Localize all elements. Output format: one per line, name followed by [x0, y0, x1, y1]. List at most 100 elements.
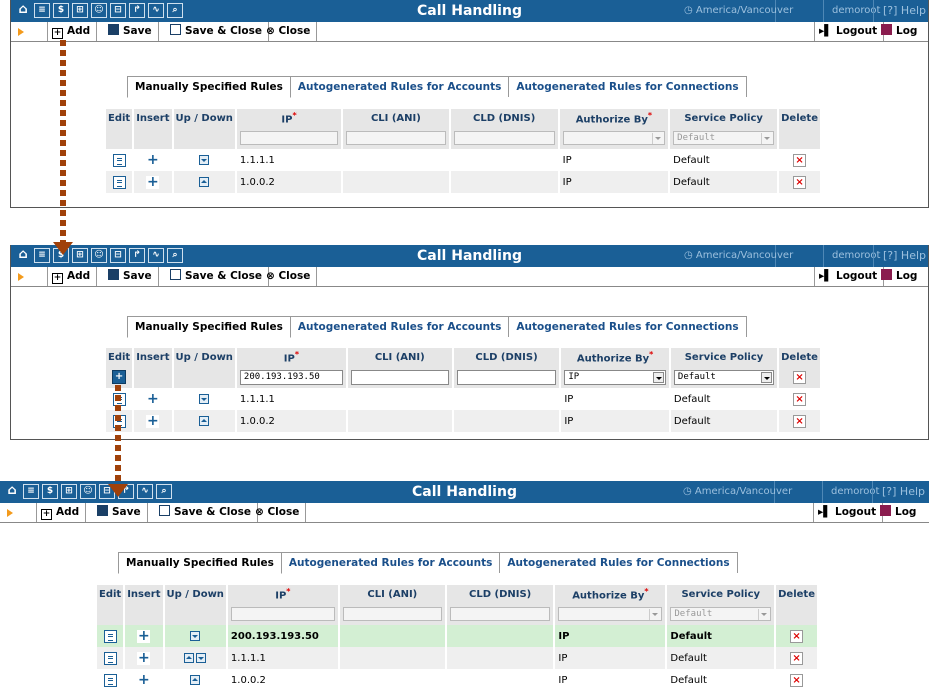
move-up-icon[interactable] — [190, 674, 201, 685]
add-button[interactable]: + Add — [37, 503, 87, 522]
edit-icon[interactable] — [112, 175, 126, 189]
insert-icon[interactable]: + — [137, 673, 151, 687]
log-button[interactable]: Log — [877, 267, 923, 286]
save-button[interactable]: Save — [93, 503, 148, 522]
cld-cell — [449, 171, 560, 193]
delete-icon[interactable]: × — [793, 153, 807, 167]
move-up-icon[interactable] — [184, 652, 195, 663]
insert-icon[interactable]: + — [137, 651, 151, 665]
save-close-button[interactable]: Save & Close — [166, 22, 269, 41]
rules-table: Edit Insert Up / Down IP* CLI (ANI) CLD … — [106, 109, 822, 193]
authorize-cell: IP — [560, 410, 671, 432]
move-up-icon[interactable] — [199, 176, 210, 187]
add-icon: + — [52, 28, 63, 39]
save-button[interactable]: Save — [104, 22, 159, 41]
tab-auto-connections[interactable]: Autogenerated Rules for Connections — [499, 552, 738, 573]
insert-icon[interactable]: + — [146, 392, 160, 406]
cld-filter-input[interactable] — [449, 607, 551, 621]
logout-button[interactable]: ▸▌ Logout — [815, 267, 885, 286]
col-updown: Up / Down — [172, 348, 237, 366]
ip-cell: 1.0.0.2 — [226, 669, 340, 691]
edit-icon[interactable] — [103, 629, 117, 643]
menu-arrow-icon[interactable] — [7, 509, 13, 517]
edit-icon[interactable] — [103, 673, 117, 687]
insert-icon[interactable]: + — [137, 629, 151, 643]
tab-auto-accounts[interactable]: Autogenerated Rules for Accounts — [280, 552, 501, 573]
col-delete: Delete — [778, 109, 822, 127]
logout-button[interactable]: ▸▌ Logout — [815, 22, 885, 41]
log-button[interactable]: Log — [876, 503, 922, 522]
save-button[interactable]: Save — [104, 267, 159, 286]
title-bar: ⌂ ≡ $ ⊞ ☺ ⊟ ↱ ∿ ⌕ Call Handling ◷ Americ… — [11, 0, 928, 22]
delete-icon[interactable]: × — [790, 651, 804, 665]
cli-input[interactable] — [350, 369, 449, 385]
tab-auto-connections[interactable]: Autogenerated Rules for Connections — [508, 76, 747, 97]
cli-filter-input[interactable] — [346, 131, 446, 145]
delete-icon[interactable]: × — [793, 414, 807, 428]
save-close-button[interactable]: Save & Close — [166, 267, 269, 286]
help-link[interactable]: [?] Help — [883, 4, 926, 17]
cld-filter-input[interactable] — [453, 131, 555, 145]
move-up-icon[interactable] — [199, 415, 210, 426]
chevron-down-icon — [649, 609, 660, 620]
col-insert: Insert — [133, 109, 174, 127]
table-header: Edit Insert Up / Down IP* CLI (ANI) CLD … — [97, 585, 819, 603]
authorize-select[interactable]: IP — [564, 369, 666, 385]
cli-filter-input[interactable] — [342, 607, 442, 621]
ip-filter-input[interactable] — [230, 607, 335, 621]
cld-input[interactable] — [456, 369, 557, 385]
authorize-cell: IP — [554, 669, 668, 691]
tab-auto-connections[interactable]: Autogenerated Rules for Connections — [508, 316, 747, 337]
help-link[interactable]: [?] Help — [882, 485, 925, 498]
insert-icon[interactable]: + — [146, 414, 160, 428]
policy-filter-select[interactable]: Default — [670, 607, 772, 621]
panel-step1: ⌂ ≡ $ ⊞ ☺ ⊟ ↱ ∿ ⌕ Call Handling ◷ Americ… — [10, 0, 929, 208]
move-down-icon[interactable] — [199, 154, 210, 165]
add-button[interactable]: + Add — [48, 22, 98, 41]
delete-icon[interactable]: × — [790, 629, 804, 643]
delete-icon[interactable]: × — [790, 673, 804, 687]
delete-icon[interactable]: × — [793, 370, 807, 384]
save-close-icon — [159, 505, 170, 516]
col-cld: CLD (DNIS) — [449, 109, 560, 127]
move-down-icon[interactable] — [190, 630, 201, 641]
col-cli: CLI (ANI) — [342, 109, 451, 127]
menu-arrow-icon[interactable] — [18, 28, 24, 36]
save-icon — [97, 505, 108, 516]
edit-icon[interactable] — [112, 153, 126, 167]
log-icon — [881, 24, 892, 35]
close-button[interactable]: ⊗ Close — [262, 267, 318, 286]
authorize-filter-select[interactable] — [558, 607, 663, 621]
ip-input[interactable]: 200.193.193.50 — [239, 369, 343, 385]
insert-icon[interactable]: + — [146, 175, 160, 189]
close-button[interactable]: ⊗ Close — [262, 22, 318, 41]
logout-button[interactable]: ▸▌ Logout — [814, 503, 884, 522]
edit-icon[interactable] — [103, 651, 117, 665]
move-down-icon[interactable] — [196, 652, 207, 663]
ip-filter-input[interactable] — [239, 131, 339, 145]
tab-manual-rules[interactable]: Manually Specified Rules — [118, 552, 282, 574]
delete-icon[interactable]: × — [793, 175, 807, 189]
ip-cell: 1.0.0.2 — [235, 410, 348, 432]
close-button[interactable]: ⊗ Close — [251, 503, 307, 522]
table-row-saved: + 200.193.193.50 IP Default × — [97, 625, 819, 647]
menu-arrow-icon[interactable] — [18, 273, 24, 281]
tab-auto-accounts[interactable]: Autogenerated Rules for Accounts — [289, 76, 510, 97]
authorize-filter-select[interactable] — [562, 131, 666, 145]
col-cli: CLI (ANI) — [338, 585, 447, 603]
policy-select[interactable]: Default — [673, 369, 775, 385]
policy-filter-select[interactable]: Default — [673, 131, 775, 145]
tab-manual-rules[interactable]: Manually Specified Rules — [127, 316, 291, 338]
insert-icon[interactable]: + — [146, 153, 160, 167]
log-button[interactable]: Log — [877, 22, 923, 41]
table-row: + 1.1.1.1 IP Default × — [106, 388, 822, 410]
move-down-icon[interactable] — [199, 393, 210, 404]
tab-manual-rules[interactable]: Manually Specified Rules — [127, 76, 291, 98]
delete-icon[interactable]: × — [793, 392, 807, 406]
tab-auto-accounts[interactable]: Autogenerated Rules for Accounts — [289, 316, 510, 337]
save-close-button[interactable]: Save & Close — [155, 503, 258, 522]
authorize-cell: IP — [558, 171, 671, 193]
save-icon — [108, 24, 119, 35]
add-button[interactable]: + Add — [48, 267, 98, 286]
help-link[interactable]: [?] Help — [883, 249, 926, 262]
